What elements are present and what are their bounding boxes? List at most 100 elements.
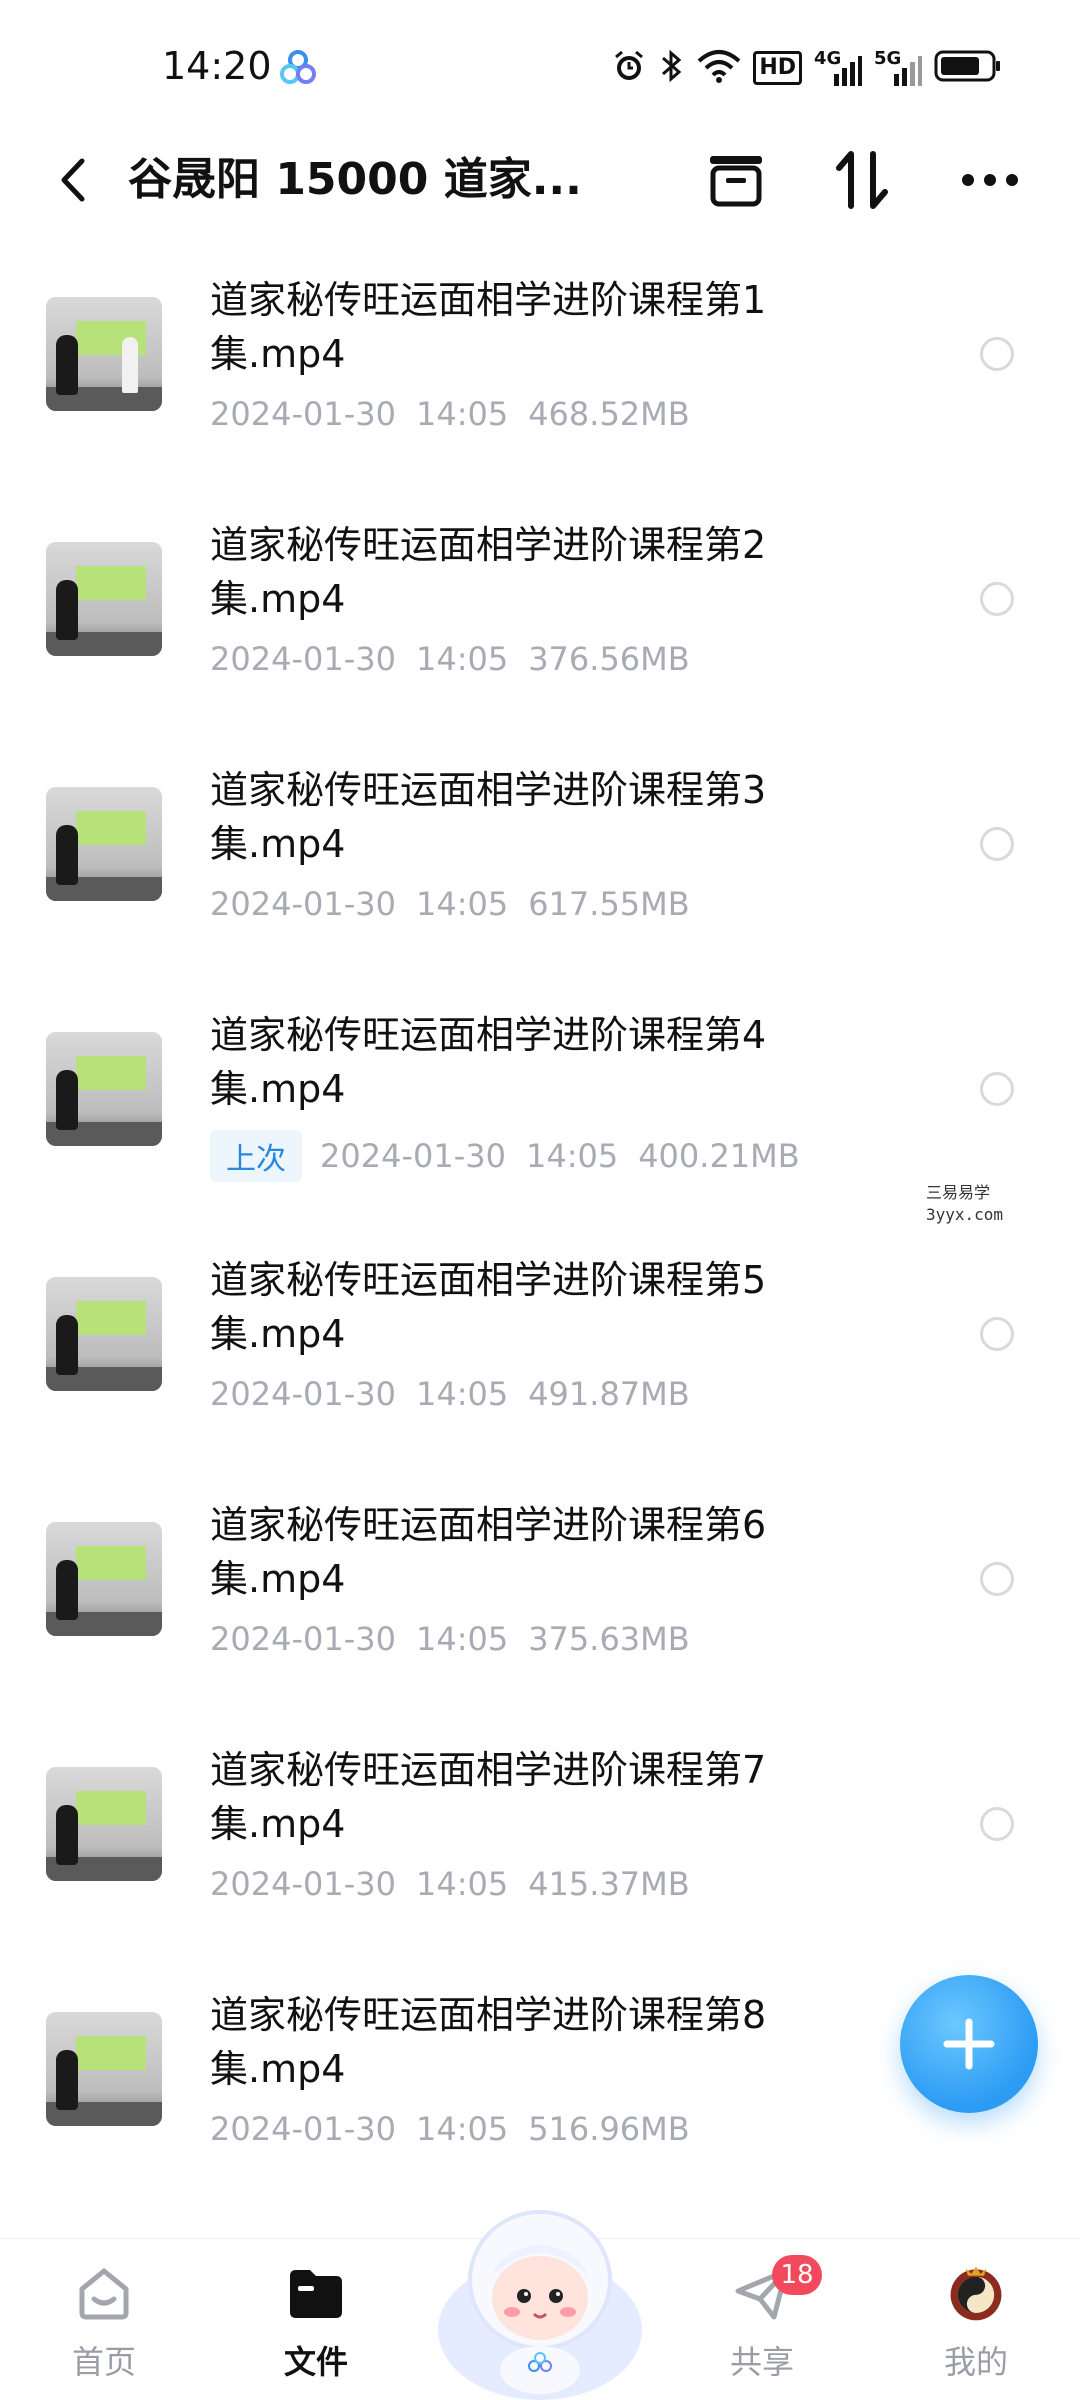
file-time: 14:05 bbox=[415, 885, 509, 923]
bluetooth-icon bbox=[659, 48, 685, 88]
file-size: 400.21MB bbox=[638, 1137, 800, 1175]
file-date: 2024-01-30 bbox=[210, 1620, 396, 1658]
file-size: 491.87MB bbox=[528, 1375, 690, 1413]
file-row[interactable]: 道家秘传旺运面相学进阶课程第4集.mp4 上次 2024-01-30 14:05… bbox=[0, 980, 1080, 1225]
file-size: 617.55MB bbox=[528, 885, 690, 923]
nav-item-home[interactable]: 首页 bbox=[34, 2239, 174, 2400]
file-size: 468.52MB bbox=[528, 395, 690, 433]
status-icons: HD 4G 5G bbox=[611, 46, 1002, 90]
watermark-line1: 三易易学 bbox=[926, 1183, 991, 1202]
5g-signal-icon: 5G bbox=[874, 48, 922, 88]
file-date: 2024-01-30 bbox=[210, 1375, 396, 1413]
file-name: 道家秘传旺运面相学进阶课程第6集.mp4 bbox=[210, 1503, 767, 1601]
nav-item-share[interactable]: 18 共享 bbox=[692, 2239, 832, 2400]
file-size: 415.37MB bbox=[528, 1865, 690, 1903]
file-name: 道家秘传旺运面相学进阶课程第5集.mp4 bbox=[210, 1258, 767, 1356]
status-time: 14:20 bbox=[162, 44, 272, 88]
nav-label-share: 共享 bbox=[729, 2343, 794, 2381]
file-name: 道家秘传旺运面相学进阶课程第4集.mp4 bbox=[210, 1013, 767, 1111]
watermark: 三易易学 3yyx.com bbox=[920, 1178, 1010, 1230]
file-meta: 上次 2024-01-30 14:05 400.21MB bbox=[210, 1130, 800, 1182]
file-meta: 2024-01-30 14:05 415.37MB bbox=[210, 1865, 690, 1903]
file-row[interactable]: 道家秘传旺运面相学进阶课程第5集.mp4 2024-01-30 14:05 49… bbox=[0, 1225, 1080, 1470]
more-icon bbox=[962, 174, 1018, 186]
avatar-icon bbox=[946, 2263, 1006, 2323]
file-meta: 2024-01-30 14:05 376.56MB bbox=[210, 640, 690, 678]
hd-icon: HD bbox=[753, 51, 802, 85]
plus-icon bbox=[943, 2018, 995, 2070]
battery-icon bbox=[934, 48, 1002, 88]
archive-box-icon bbox=[710, 156, 762, 207]
file-meta: 2024-01-30 14:05 375.63MB bbox=[210, 1620, 690, 1658]
video-thumbnail bbox=[46, 787, 162, 901]
file-row[interactable]: 道家秘传旺运面相学进阶课程第1集.mp4 2024-01-30 14:05 46… bbox=[0, 245, 1080, 490]
file-name: 道家秘传旺运面相学进阶课程第1集.mp4 bbox=[210, 278, 767, 376]
4g-signal-icon: 4G bbox=[814, 48, 862, 88]
file-time: 14:05 bbox=[415, 1620, 509, 1658]
status-bar: 14:20 HD 4G 5G bbox=[0, 0, 1080, 130]
file-date: 2024-01-30 bbox=[210, 395, 396, 433]
nav-label-home: 首页 bbox=[71, 2343, 136, 2381]
archive-button[interactable] bbox=[704, 148, 768, 212]
wifi-icon bbox=[697, 49, 741, 87]
file-date: 2024-01-30 bbox=[320, 1137, 506, 1175]
select-checkbox[interactable] bbox=[980, 1807, 1014, 1841]
video-thumbnail bbox=[46, 1032, 162, 1146]
sort-icon bbox=[836, 151, 888, 209]
more-button[interactable] bbox=[958, 148, 1022, 212]
alarm-icon bbox=[611, 48, 647, 88]
file-meta: 2024-01-30 14:05 468.52MB bbox=[210, 395, 690, 433]
select-checkbox[interactable] bbox=[980, 1317, 1014, 1351]
last-played-badge: 上次 bbox=[210, 1130, 302, 1182]
file-time: 14:05 bbox=[415, 2110, 509, 2148]
folder-icon bbox=[286, 2263, 346, 2323]
mascot-icon[interactable] bbox=[430, 2180, 650, 2400]
file-meta: 2024-01-30 14:05 491.87MB bbox=[210, 1375, 690, 1413]
file-date: 2024-01-30 bbox=[210, 640, 396, 678]
back-button[interactable] bbox=[44, 150, 104, 210]
sort-button[interactable] bbox=[830, 148, 894, 212]
video-thumbnail bbox=[46, 542, 162, 656]
share-count-badge: 18 bbox=[772, 2255, 822, 2295]
app-logo-icon bbox=[278, 48, 318, 88]
select-checkbox[interactable] bbox=[980, 582, 1014, 616]
add-button[interactable] bbox=[900, 1975, 1038, 2113]
file-name: 道家秘传旺运面相学进阶课程第3集.mp4 bbox=[210, 768, 767, 866]
file-size: 516.96MB bbox=[528, 2110, 690, 2148]
video-thumbnail bbox=[46, 2012, 162, 2126]
nav-item-mine[interactable]: 我的 bbox=[906, 2239, 1046, 2400]
file-row[interactable]: 道家秘传旺运面相学进阶课程第7集.mp4 2024-01-30 14:05 41… bbox=[0, 1715, 1080, 1960]
select-checkbox[interactable] bbox=[980, 337, 1014, 371]
file-row[interactable]: 道家秘传旺运面相学进阶课程第3集.mp4 2024-01-30 14:05 61… bbox=[0, 735, 1080, 980]
file-date: 2024-01-30 bbox=[210, 2110, 396, 2148]
header: 谷晟阳 15000 道家... bbox=[0, 130, 1080, 230]
file-size: 375.63MB bbox=[528, 1620, 690, 1658]
watermark-line2: 3yyx.com bbox=[926, 1205, 1004, 1224]
nav-label-files: 文件 bbox=[283, 2343, 348, 2381]
select-checkbox[interactable] bbox=[980, 827, 1014, 861]
file-date: 2024-01-30 bbox=[210, 1865, 396, 1903]
file-meta: 2024-01-30 14:05 617.55MB bbox=[210, 885, 690, 923]
file-meta: 2024-01-30 14:05 516.96MB bbox=[210, 2110, 690, 2148]
file-time: 14:05 bbox=[415, 640, 509, 678]
video-thumbnail bbox=[46, 297, 162, 411]
file-row[interactable]: 道家秘传旺运面相学进阶课程第2集.mp4 2024-01-30 14:05 37… bbox=[0, 490, 1080, 735]
video-thumbnail bbox=[46, 1767, 162, 1881]
file-date: 2024-01-30 bbox=[210, 885, 396, 923]
nav-item-files[interactable]: 文件 bbox=[246, 2239, 386, 2400]
select-checkbox[interactable] bbox=[980, 1072, 1014, 1106]
file-time: 14:05 bbox=[415, 1375, 509, 1413]
file-time: 14:05 bbox=[415, 1865, 509, 1903]
file-name: 道家秘传旺运面相学进阶课程第8集.mp4 bbox=[210, 1993, 767, 2091]
video-thumbnail bbox=[46, 1522, 162, 1636]
file-row[interactable]: 道家秘传旺运面相学进阶课程第6集.mp4 2024-01-30 14:05 37… bbox=[0, 1470, 1080, 1715]
file-size: 376.56MB bbox=[528, 640, 690, 678]
file-name: 道家秘传旺运面相学进阶课程第2集.mp4 bbox=[210, 523, 767, 621]
select-checkbox[interactable] bbox=[980, 1562, 1014, 1596]
file-time: 14:05 bbox=[525, 1137, 619, 1175]
file-list: 道家秘传旺运面相学进阶课程第1集.mp4 2024-01-30 14:05 46… bbox=[0, 245, 1080, 2205]
video-thumbnail bbox=[46, 1277, 162, 1391]
home-icon bbox=[74, 2263, 134, 2323]
nav-label-mine: 我的 bbox=[943, 2343, 1008, 2381]
chevron-left-icon bbox=[61, 158, 85, 202]
